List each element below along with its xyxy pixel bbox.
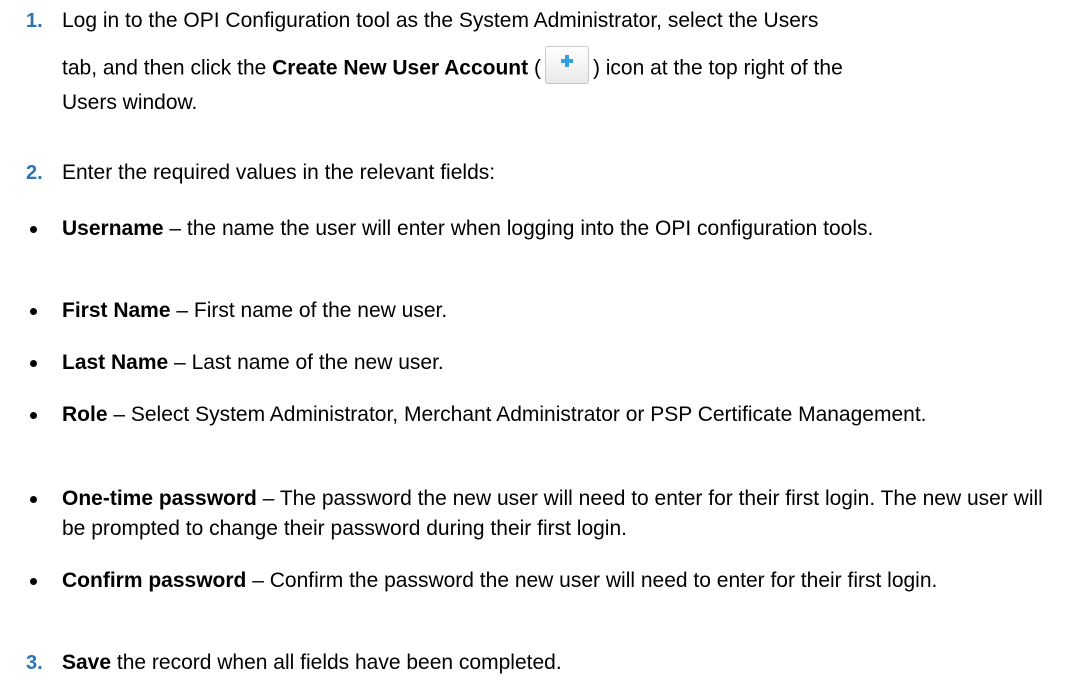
document-page: 1. Log in to the OPI Configuration tool …: [0, 0, 1070, 679]
bullet-icon: [30, 578, 37, 585]
step-number: 2.: [26, 162, 43, 184]
text-run: –: [170, 299, 194, 322]
ui-term: Create New User Account: [272, 56, 529, 80]
text-run: –: [168, 351, 192, 374]
plus-icon: [544, 46, 589, 84]
field-description: One-time password – The password the new…: [62, 484, 1062, 544]
field-name: First Name: [62, 299, 171, 322]
text-run: –: [163, 217, 187, 240]
step-text: Enter the required values in the relevan…: [62, 161, 496, 184]
bullet-icon: [30, 226, 37, 233]
bullet-icon: [30, 412, 37, 419]
field-description: Username – the name the user will enter …: [62, 214, 1062, 244]
text-run: ) icon at the top right of the: [592, 56, 843, 80]
text-run: Select System Administrator, Merchant Ad…: [130, 403, 927, 426]
field-description: Last Name – Last name of the new user.: [62, 348, 1062, 378]
step-number: 3.: [26, 652, 43, 674]
field-name: One-time password: [62, 487, 257, 510]
text-run: the record when all fields have been com…: [111, 651, 562, 674]
text-run: tab, and then click the: [62, 56, 273, 80]
text-run: (: [528, 56, 541, 80]
text-run: –: [256, 487, 280, 510]
step-line: Log in to the OPI Configuration tool as …: [62, 9, 819, 32]
field-description: Confirm password – Confirm the password …: [62, 566, 1062, 596]
field-description: First Name – First name of the new user.: [62, 296, 1062, 326]
field-name: Role: [62, 403, 108, 426]
text-run: –: [107, 403, 131, 426]
field-description: Role – Select System Administrator, Merc…: [62, 400, 1062, 430]
bullet-icon: [30, 308, 37, 315]
text-run: the name the user will enter when loggin…: [186, 217, 874, 240]
text-run: Confirm the password the new user will n…: [269, 569, 938, 592]
step-line: Users window.: [62, 91, 198, 114]
step-text: Save the record when all fields have bee…: [62, 648, 1062, 678]
bullet-icon: [30, 496, 37, 503]
text-run: First name of the new user.: [193, 299, 448, 322]
field-name: Username: [62, 217, 164, 240]
text-run: –: [246, 569, 270, 592]
field-name: Confirm password: [62, 569, 247, 592]
bullet-icon: [30, 360, 37, 367]
step-line: tab, and then click the Create New User …: [62, 46, 1062, 88]
text-run: Last name of the new user.: [191, 351, 444, 374]
step-number: 1.: [26, 10, 43, 32]
ui-term: Save: [62, 651, 112, 674]
field-name: Last Name: [62, 351, 169, 374]
step-text: Log in to the OPI Configuration tool as …: [62, 6, 1062, 118]
